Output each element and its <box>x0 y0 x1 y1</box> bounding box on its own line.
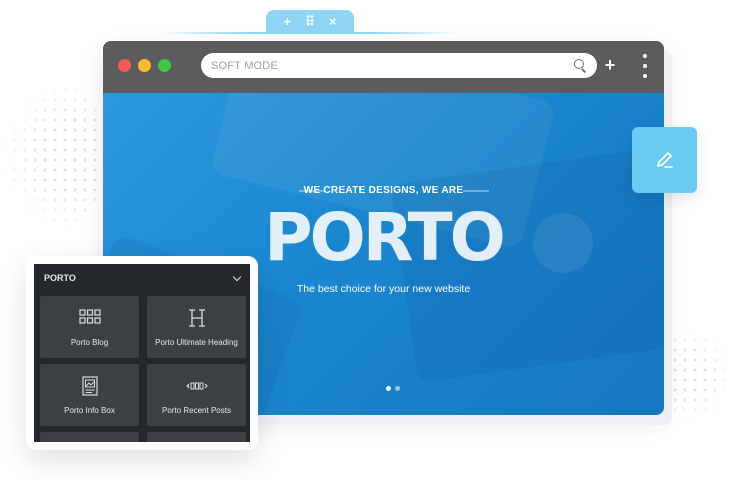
browser-toolbar: + <box>103 41 664 93</box>
recent-posts-icon <box>185 382 208 390</box>
floating-tab-toolbar: + ⠿ × <box>266 10 354 33</box>
drag-handle-icon[interactable]: ⠿ <box>305 15 315 28</box>
window-close-button[interactable] <box>118 59 131 72</box>
more-options-icon[interactable] <box>641 54 649 78</box>
address-bar[interactable] <box>201 53 597 78</box>
widget-porto-ultimate-heading[interactable]: Porto Ultimate Heading <box>147 296 246 358</box>
widget-panel-card: PORTO Porto Blog Porto Ultimate Heading … <box>26 256 258 450</box>
widget-placeholder[interactable] <box>147 432 246 442</box>
plus-icon[interactable]: + <box>284 15 292 28</box>
pencil-icon <box>656 152 673 168</box>
widget-panel: PORTO Porto Blog Porto Ultimate Heading … <box>34 264 250 442</box>
slider-dot-1[interactable] <box>386 386 391 391</box>
blog-grid-icon <box>78 309 101 324</box>
info-box-icon <box>81 376 98 396</box>
edit-button[interactable] <box>632 127 697 193</box>
widget-label: Porto Blog <box>70 338 109 347</box>
window-minimize-button[interactable] <box>138 59 151 72</box>
heading-icon <box>188 309 205 327</box>
widget-placeholder[interactable] <box>40 432 139 442</box>
hero-tagline: WE CREATE DESIGNS, WE ARE <box>303 185 464 196</box>
widget-panel-header[interactable]: PORTO <box>34 264 250 292</box>
chevron-down-icon[interactable] <box>232 272 242 281</box>
new-tab-button[interactable]: + <box>603 54 617 76</box>
stage: + ⠿ × + WE CREATE DESIGNS, WE ARE PORTO … <box>0 0 736 483</box>
widget-porto-blog[interactable]: Porto Blog <box>40 296 139 358</box>
widget-porto-info-box[interactable]: Porto Info Box <box>40 364 139 426</box>
dot-pattern-right <box>660 325 736 425</box>
search-icon[interactable] <box>574 59 587 72</box>
slider-pagination <box>386 386 400 391</box>
widget-label: Porto Info Box <box>64 406 115 415</box>
window-maximize-button[interactable] <box>158 59 171 72</box>
address-input[interactable] <box>211 59 574 72</box>
widget-label: Porto Recent Posts <box>162 406 231 415</box>
slider-dot-2[interactable] <box>395 386 400 391</box>
close-icon[interactable]: × <box>329 15 337 28</box>
widget-panel-title: PORTO <box>44 273 76 283</box>
widget-label: Porto Ultimate Heading <box>155 338 238 347</box>
widget-porto-recent-posts[interactable]: Porto Recent Posts <box>147 364 246 426</box>
dot-pattern-left <box>0 75 105 235</box>
